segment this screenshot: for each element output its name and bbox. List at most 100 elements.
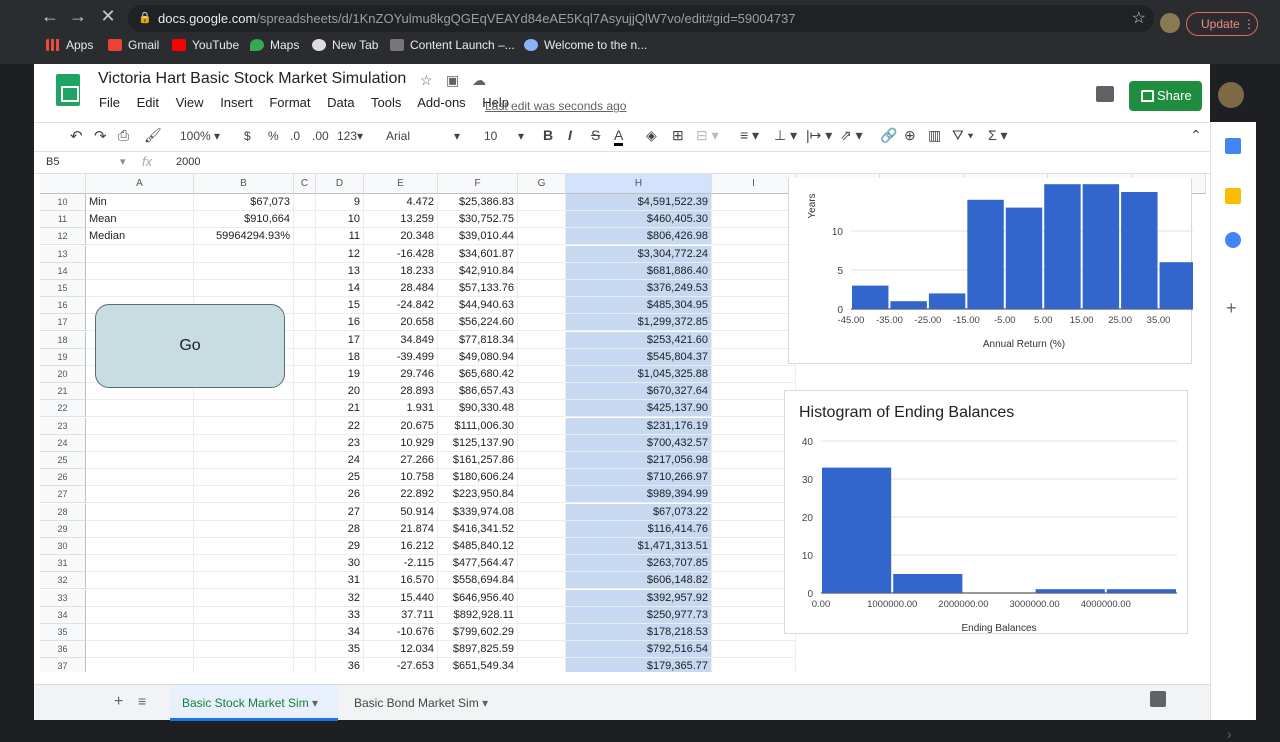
address-bar[interactable]: 🔒 docs.google.com/spreadsheets/d/1KnZOYu… — [128, 5, 1154, 32]
column-header-a[interactable]: A — [86, 174, 194, 194]
cell-b[interactable] — [194, 504, 294, 521]
cell-e[interactable]: 13.259 — [364, 211, 438, 228]
cell-d[interactable]: 11 — [316, 228, 364, 245]
row-header[interactable]: 33 — [40, 590, 86, 607]
tab-basic-stock-market-sim[interactable]: Basic Stock Market Sim ▾ — [170, 685, 338, 721]
cell-b[interactable] — [194, 555, 294, 572]
cell-h[interactable]: $3,304,772.24 — [566, 246, 712, 263]
account-avatar[interactable] — [1218, 82, 1244, 108]
cell-e[interactable]: 1.931 — [364, 400, 438, 417]
cell-e[interactable]: 50.914 — [364, 504, 438, 521]
cell-g[interactable] — [518, 658, 566, 672]
bookmark-apps[interactable]: Apps — [46, 38, 93, 52]
more-formats-button[interactable]: 123▾ — [337, 129, 363, 143]
cell-d[interactable]: 28 — [316, 521, 364, 538]
cell-d[interactable]: 14 — [316, 280, 364, 297]
cell-f[interactable]: $90,330.48 — [438, 400, 518, 417]
row-header[interactable]: 13 — [40, 246, 86, 263]
cell-d[interactable]: 34 — [316, 624, 364, 641]
row-header[interactable]: 23 — [40, 418, 86, 435]
column-header-f[interactable]: F — [438, 174, 518, 194]
url-text[interactable]: docs.google.com/spreadsheets/d/1KnZOYulm… — [158, 11, 796, 26]
star-icon[interactable]: ☆ — [420, 72, 433, 89]
cell-b[interactable] — [194, 280, 294, 297]
undo-icon[interactable]: ↶ — [70, 127, 83, 145]
cell-d[interactable]: 33 — [316, 607, 364, 624]
cell-c[interactable] — [294, 624, 316, 641]
cell-a[interactable] — [86, 538, 194, 555]
cell-d[interactable]: 18 — [316, 349, 364, 366]
insert-comment-icon[interactable]: ⊕ — [904, 127, 916, 144]
cell-f[interactable]: $39,010.44 — [438, 228, 518, 245]
cell-i[interactable] — [712, 246, 796, 263]
cell-c[interactable] — [294, 280, 316, 297]
bookmark-maps[interactable]: Maps — [250, 38, 299, 52]
cell-b[interactable] — [194, 418, 294, 435]
align-icon[interactable]: ≡ ▾ — [740, 127, 759, 144]
menu-file[interactable]: File — [99, 95, 120, 110]
cell-g[interactable] — [518, 521, 566, 538]
row-header[interactable]: 31 — [40, 555, 86, 572]
cell-i[interactable] — [712, 641, 796, 658]
cell-e[interactable]: 21.874 — [364, 521, 438, 538]
menu-format[interactable]: Format — [269, 95, 310, 110]
cell-a[interactable]: Median — [86, 228, 194, 245]
column-header-h[interactable]: H — [566, 174, 712, 194]
cell-c[interactable] — [294, 486, 316, 503]
cell-h[interactable]: $179,365.77 — [566, 658, 712, 672]
cell-c[interactable] — [294, 366, 316, 383]
cell-c[interactable] — [294, 641, 316, 658]
cell-h[interactable]: $710,266.97 — [566, 469, 712, 486]
cell-e[interactable]: -39.499 — [364, 349, 438, 366]
cell-g[interactable] — [518, 435, 566, 452]
row-header[interactable]: 24 — [40, 435, 86, 452]
cell-f[interactable]: $651,549.34 — [438, 658, 518, 672]
cell-h[interactable]: $606,148.82 — [566, 572, 712, 589]
cell-d[interactable]: 15 — [316, 297, 364, 314]
cell-e[interactable]: -2.115 — [364, 555, 438, 572]
cell-e[interactable]: 16.212 — [364, 538, 438, 555]
cell-h[interactable]: $4,591,522.39 — [566, 194, 712, 211]
menu-edit[interactable]: Edit — [137, 95, 159, 110]
cell-c[interactable] — [294, 452, 316, 469]
link-icon[interactable]: 🔗 — [880, 127, 897, 144]
cell-f[interactable]: $86,657.43 — [438, 383, 518, 400]
cell-e[interactable]: 4.472 — [364, 194, 438, 211]
cell-b[interactable] — [194, 538, 294, 555]
cell-e[interactable]: 28.484 — [364, 280, 438, 297]
cell-f[interactable]: $57,133.76 — [438, 280, 518, 297]
cell-c[interactable] — [294, 658, 316, 672]
cell-f[interactable]: $42,910.84 — [438, 263, 518, 280]
menu-addons[interactable]: Add-ons — [417, 95, 465, 110]
cell-g[interactable] — [518, 349, 566, 366]
row-header[interactable]: 26 — [40, 469, 86, 486]
cell-d[interactable]: 25 — [316, 469, 364, 486]
cell-e[interactable]: 20.348 — [364, 228, 438, 245]
text-color-button[interactable]: A — [614, 127, 624, 146]
percent-button[interactable]: % — [268, 129, 279, 143]
decrease-decimal-button[interactable]: .0 — [290, 129, 300, 143]
cell-b[interactable] — [194, 590, 294, 607]
cell-c[interactable] — [294, 211, 316, 228]
cell-d[interactable]: 24 — [316, 452, 364, 469]
cell-f[interactable]: $111,006.30 — [438, 418, 518, 435]
last-edit-link[interactable]: Last edit was seconds ago — [485, 99, 626, 113]
cell-b[interactable] — [194, 624, 294, 641]
cell-e[interactable]: 20.675 — [364, 418, 438, 435]
cell-b[interactable] — [194, 435, 294, 452]
bookmark-star-icon[interactable]: ☆ — [1132, 8, 1146, 28]
cell-f[interactable]: $180,606.24 — [438, 469, 518, 486]
cell-h[interactable]: $485,304.95 — [566, 297, 712, 314]
column-header-e[interactable]: E — [364, 174, 438, 194]
menu-data[interactable]: Data — [327, 95, 354, 110]
cell-d[interactable]: 19 — [316, 366, 364, 383]
cell-i[interactable] — [712, 332, 796, 349]
cell-d[interactable]: 17 — [316, 332, 364, 349]
cell-c[interactable] — [294, 607, 316, 624]
row-header[interactable]: 19 — [40, 349, 86, 366]
cell-h[interactable]: $700,432.57 — [566, 435, 712, 452]
cell-c[interactable] — [294, 297, 316, 314]
cell-c[interactable] — [294, 521, 316, 538]
cell-g[interactable] — [518, 624, 566, 641]
cell-a[interactable] — [86, 263, 194, 280]
